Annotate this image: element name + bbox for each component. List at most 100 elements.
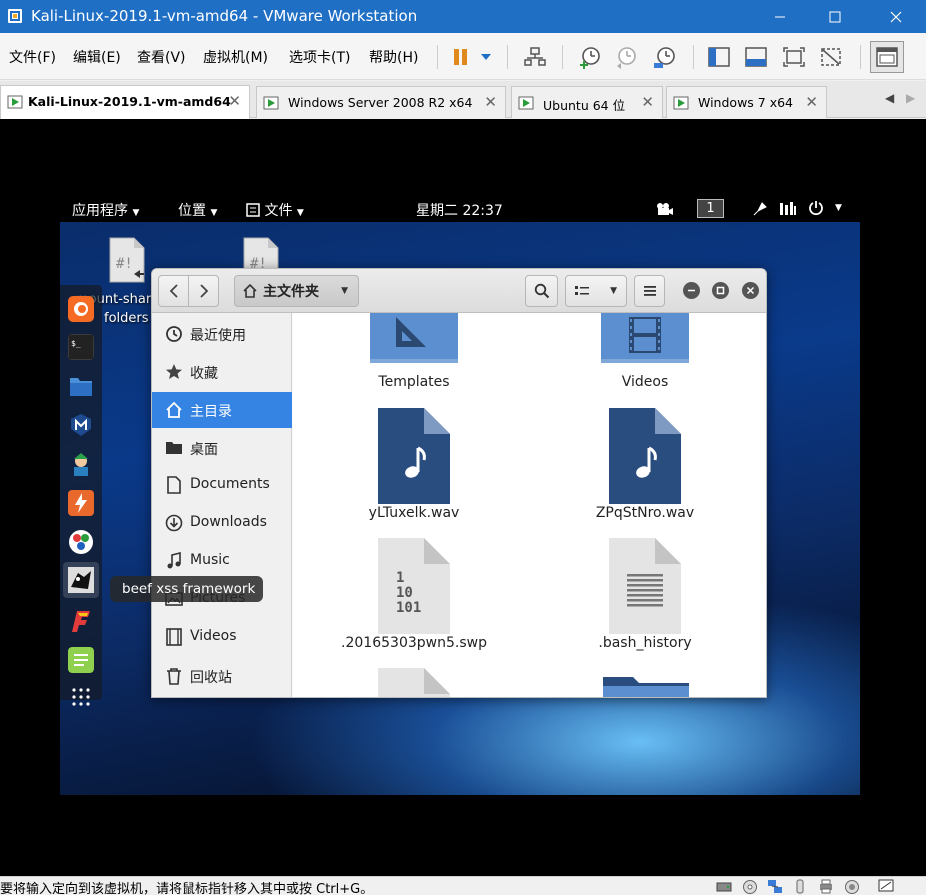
file-item-templates[interactable]	[370, 313, 458, 367]
file-item-binary[interactable]: 1 10 101	[378, 538, 450, 638]
tab-windows-server-2008[interactable]: Windows Server 2008 R2 x64 ✕	[256, 86, 506, 118]
files-folder-icon[interactable]	[68, 373, 94, 399]
star-icon	[166, 364, 182, 379]
workspace-indicator[interactable]: 1	[697, 199, 724, 218]
minimize-button[interactable]	[753, 0, 807, 33]
toolbar-separator	[693, 45, 694, 69]
toolbar-separator	[562, 45, 563, 69]
system-menu-chevron-icon[interactable]: ▼	[835, 203, 842, 213]
applications-menu[interactable]: 应用程序 ▼	[72, 200, 139, 220]
beef-xss-dock-item[interactable]	[63, 562, 99, 598]
tab-close-icon[interactable]: ✕	[484, 93, 497, 111]
sidebar-item-documents[interactable]: Documents	[152, 467, 292, 503]
file-item-partial[interactable]	[378, 668, 450, 697]
power-icon[interactable]	[808, 200, 824, 220]
view-options-button[interactable]: ▼	[565, 275, 627, 307]
svg-text:1: 1	[396, 570, 404, 586]
tab-scroll-left-icon[interactable]: ◀	[885, 91, 894, 105]
window-close-button[interactable]	[742, 282, 759, 299]
places-menu[interactable]: 位置 ▼	[178, 200, 217, 220]
menu-file[interactable]: 文件(F)	[9, 47, 56, 67]
sidebar-item-desktop[interactable]: 桌面	[152, 430, 292, 466]
title-bar: Kali-Linux-2019.1-vm-amd64 - VMware Work…	[0, 0, 926, 33]
show-applications-icon[interactable]	[71, 687, 91, 707]
file-item-text[interactable]	[609, 538, 681, 638]
hard-disk-icon[interactable]	[716, 879, 732, 894]
power-dropdown[interactable]	[474, 42, 498, 72]
chevron-down-icon: ▼	[610, 286, 617, 296]
revert-clock-icon	[617, 47, 636, 69]
console-view-button[interactable]	[870, 41, 904, 73]
send-ctrl-alt-del-button[interactable]	[520, 42, 550, 72]
tab-ubuntu-64[interactable]: Ubuntu 64 位 ✕	[511, 86, 663, 118]
sidebar-item-downloads[interactable]: Downloads	[152, 505, 292, 541]
favorites-dock: $_	[60, 285, 102, 706]
applications-label: 应用程序	[72, 203, 128, 219]
pause-icon	[454, 49, 467, 65]
usb-icon[interactable]	[792, 879, 808, 894]
network-adapter-icon[interactable]	[767, 879, 783, 894]
menu-vm[interactable]: 虚拟机(M)	[203, 47, 268, 67]
printer-icon[interactable]	[818, 879, 834, 894]
burpsuite-icon[interactable]	[68, 490, 94, 516]
volume-icon[interactable]	[779, 201, 797, 221]
terminal-icon[interactable]: $_	[68, 334, 94, 360]
pen-tool-icon[interactable]	[752, 201, 768, 221]
display-icon[interactable]	[878, 879, 894, 894]
menu-edit[interactable]: 编辑(E)	[73, 47, 121, 67]
tab-scroll-right-icon[interactable]: ▶	[906, 91, 915, 105]
revert-snapshot-button[interactable]	[611, 42, 641, 72]
faraday-icon[interactable]	[68, 608, 94, 634]
sidebar-item-home[interactable]: 主目录	[152, 392, 292, 428]
menu-tabs[interactable]: 选项卡(T)	[289, 47, 350, 67]
full-screen-button[interactable]	[779, 42, 809, 72]
snapshot-manager-button[interactable]	[650, 42, 680, 72]
file-item-audio[interactable]	[378, 408, 450, 508]
folder-item-partial[interactable]	[603, 677, 689, 697]
files-app-menu[interactable]: 文件 ▼	[246, 200, 304, 220]
show-thumbnail-bar-button[interactable]	[741, 42, 771, 72]
menu-button[interactable]	[634, 275, 665, 307]
desktop-icon-mount-shared-folders[interactable]: #!	[108, 236, 146, 288]
maltego-icon[interactable]	[68, 529, 94, 555]
search-button[interactable]	[525, 275, 558, 307]
close-button[interactable]	[866, 0, 926, 33]
unity-mode-button[interactable]	[816, 42, 846, 72]
sound-card-icon[interactable]	[844, 879, 860, 894]
snapshot-manager-icon	[654, 47, 675, 68]
menu-help[interactable]: 帮助(H)	[369, 47, 418, 67]
window-minimize-button[interactable]	[683, 282, 700, 299]
armitage-icon[interactable]	[68, 451, 94, 477]
tab-close-icon[interactable]: ✕	[641, 93, 654, 111]
show-library-button[interactable]	[704, 42, 734, 72]
forward-button[interactable]	[188, 275, 219, 307]
menu-view[interactable]: 查看(V)	[137, 47, 186, 67]
maximize-button[interactable]	[808, 0, 862, 33]
back-button[interactable]	[158, 275, 189, 307]
tab-close-icon[interactable]: ✕	[228, 92, 241, 110]
minimize-icon	[775, 16, 785, 17]
pause-button[interactable]	[446, 42, 476, 72]
metasploit-icon[interactable]	[68, 412, 94, 438]
firefox-icon[interactable]	[68, 296, 94, 322]
file-manager-window[interactable]: 主文件夹 ▼ ▼ 最近使用 收藏 主目录 桌面 Documents Downlo…	[151, 268, 767, 698]
sidebar-item-videos[interactable]: Videos	[152, 619, 292, 655]
clock[interactable]: 星期二 22:37	[416, 200, 503, 220]
tab-kali-linux[interactable]: Kali-Linux-2019.1-vm-amd64 ✕	[0, 85, 250, 119]
file-item-audio[interactable]	[609, 408, 681, 508]
tab-windows-7[interactable]: Windows 7 x64 ✕	[666, 86, 827, 118]
location-path-button[interactable]: 主文件夹 ▼	[234, 275, 359, 307]
sidebar-item-trash[interactable]: 回收站	[152, 658, 292, 694]
sidebar-item-starred[interactable]: 收藏	[152, 354, 292, 390]
video-camera-icon[interactable]	[656, 202, 674, 220]
location-dropdown-icon: ▼	[341, 286, 348, 296]
sidebar-item-music[interactable]: Music	[152, 543, 292, 579]
take-snapshot-button[interactable]	[575, 42, 605, 72]
notes-icon[interactable]	[68, 647, 94, 673]
sidebar-item-recent[interactable]: 最近使用	[152, 316, 292, 352]
cd-rom-icon[interactable]	[742, 879, 758, 894]
tab-close-icon[interactable]: ✕	[805, 93, 818, 111]
sidebar-item-label: Music	[190, 552, 230, 568]
window-maximize-button[interactable]	[712, 282, 729, 299]
file-item-videos[interactable]	[601, 313, 689, 367]
